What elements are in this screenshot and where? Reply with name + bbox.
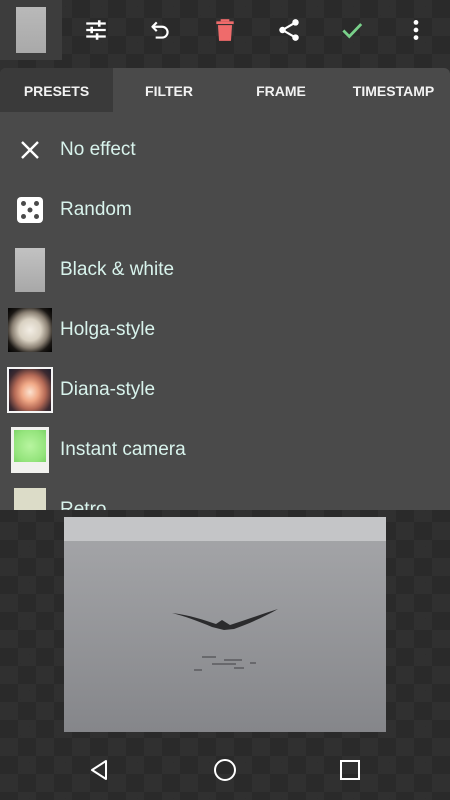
- share-button[interactable]: [269, 10, 309, 50]
- preset-item-no-effect[interactable]: No effect: [0, 120, 450, 180]
- check-icon: [342, 23, 363, 39]
- delete-button[interactable]: [205, 10, 245, 50]
- home-icon: [214, 759, 236, 781]
- dice-icon: [17, 197, 43, 223]
- preset-label: Random: [60, 199, 132, 220]
- back-icon: [91, 760, 107, 780]
- holga-preview: [8, 308, 52, 352]
- tab-presets[interactable]: PRESETS: [0, 68, 113, 112]
- tab-filter[interactable]: FILTER: [113, 68, 225, 112]
- instant-preview: [11, 427, 49, 473]
- more-options-button[interactable]: [396, 10, 436, 50]
- preset-label: Holga-style: [60, 319, 156, 340]
- image-thumbnail-button[interactable]: [0, 0, 62, 60]
- preset-label: No effect: [60, 139, 136, 160]
- diana-preview: [7, 367, 53, 413]
- more-vert-icon: [413, 20, 419, 40]
- preset-item-diana[interactable]: Diana-style: [0, 360, 450, 420]
- preset-label: Retro: [60, 499, 107, 510]
- preset-item-random[interactable]: Random: [0, 180, 450, 240]
- preset-item-black-white[interactable]: Black & white: [0, 240, 450, 300]
- effects-tabs: PRESETS FILTER FRAME TIMESTAMP: [0, 68, 450, 112]
- confirm-button[interactable]: [332, 10, 372, 50]
- preset-item-holga[interactable]: Holga-style: [0, 300, 450, 360]
- undo-button[interactable]: [140, 10, 180, 50]
- close-icon: [21, 141, 39, 159]
- system-nav-bar: [0, 740, 450, 800]
- delete-icon: [216, 19, 234, 41]
- image-thumbnail: [16, 7, 46, 53]
- tab-frame[interactable]: FRAME: [225, 68, 337, 112]
- photo-preview: [64, 517, 386, 732]
- adjust-sliders-icon: [86, 20, 106, 40]
- share-icon: [279, 19, 299, 41]
- top-toolbar: [0, 0, 450, 60]
- bird-photo: [64, 517, 386, 732]
- back-button[interactable]: [85, 755, 115, 785]
- retro-preview: [14, 488, 46, 510]
- preset-list: No effect Random Black & white Holga-sty…: [0, 120, 450, 510]
- tab-timestamp[interactable]: TIMESTAMP: [337, 68, 450, 112]
- recents-button[interactable]: [335, 755, 365, 785]
- undo-icon: [151, 21, 169, 39]
- effects-panel: PRESETS FILTER FRAME TIMESTAMP No effect…: [0, 68, 450, 510]
- preset-label: Instant camera: [60, 439, 186, 460]
- adjust-button[interactable]: [76, 10, 116, 50]
- bw-preview: [15, 248, 45, 292]
- recents-icon: [340, 760, 360, 780]
- preset-label: Black & white: [60, 259, 175, 280]
- home-button[interactable]: [210, 755, 240, 785]
- preset-item-retro[interactable]: Retro: [0, 480, 450, 510]
- preset-item-instant-camera[interactable]: Instant camera: [0, 420, 450, 480]
- preset-label: Diana-style: [60, 379, 156, 400]
